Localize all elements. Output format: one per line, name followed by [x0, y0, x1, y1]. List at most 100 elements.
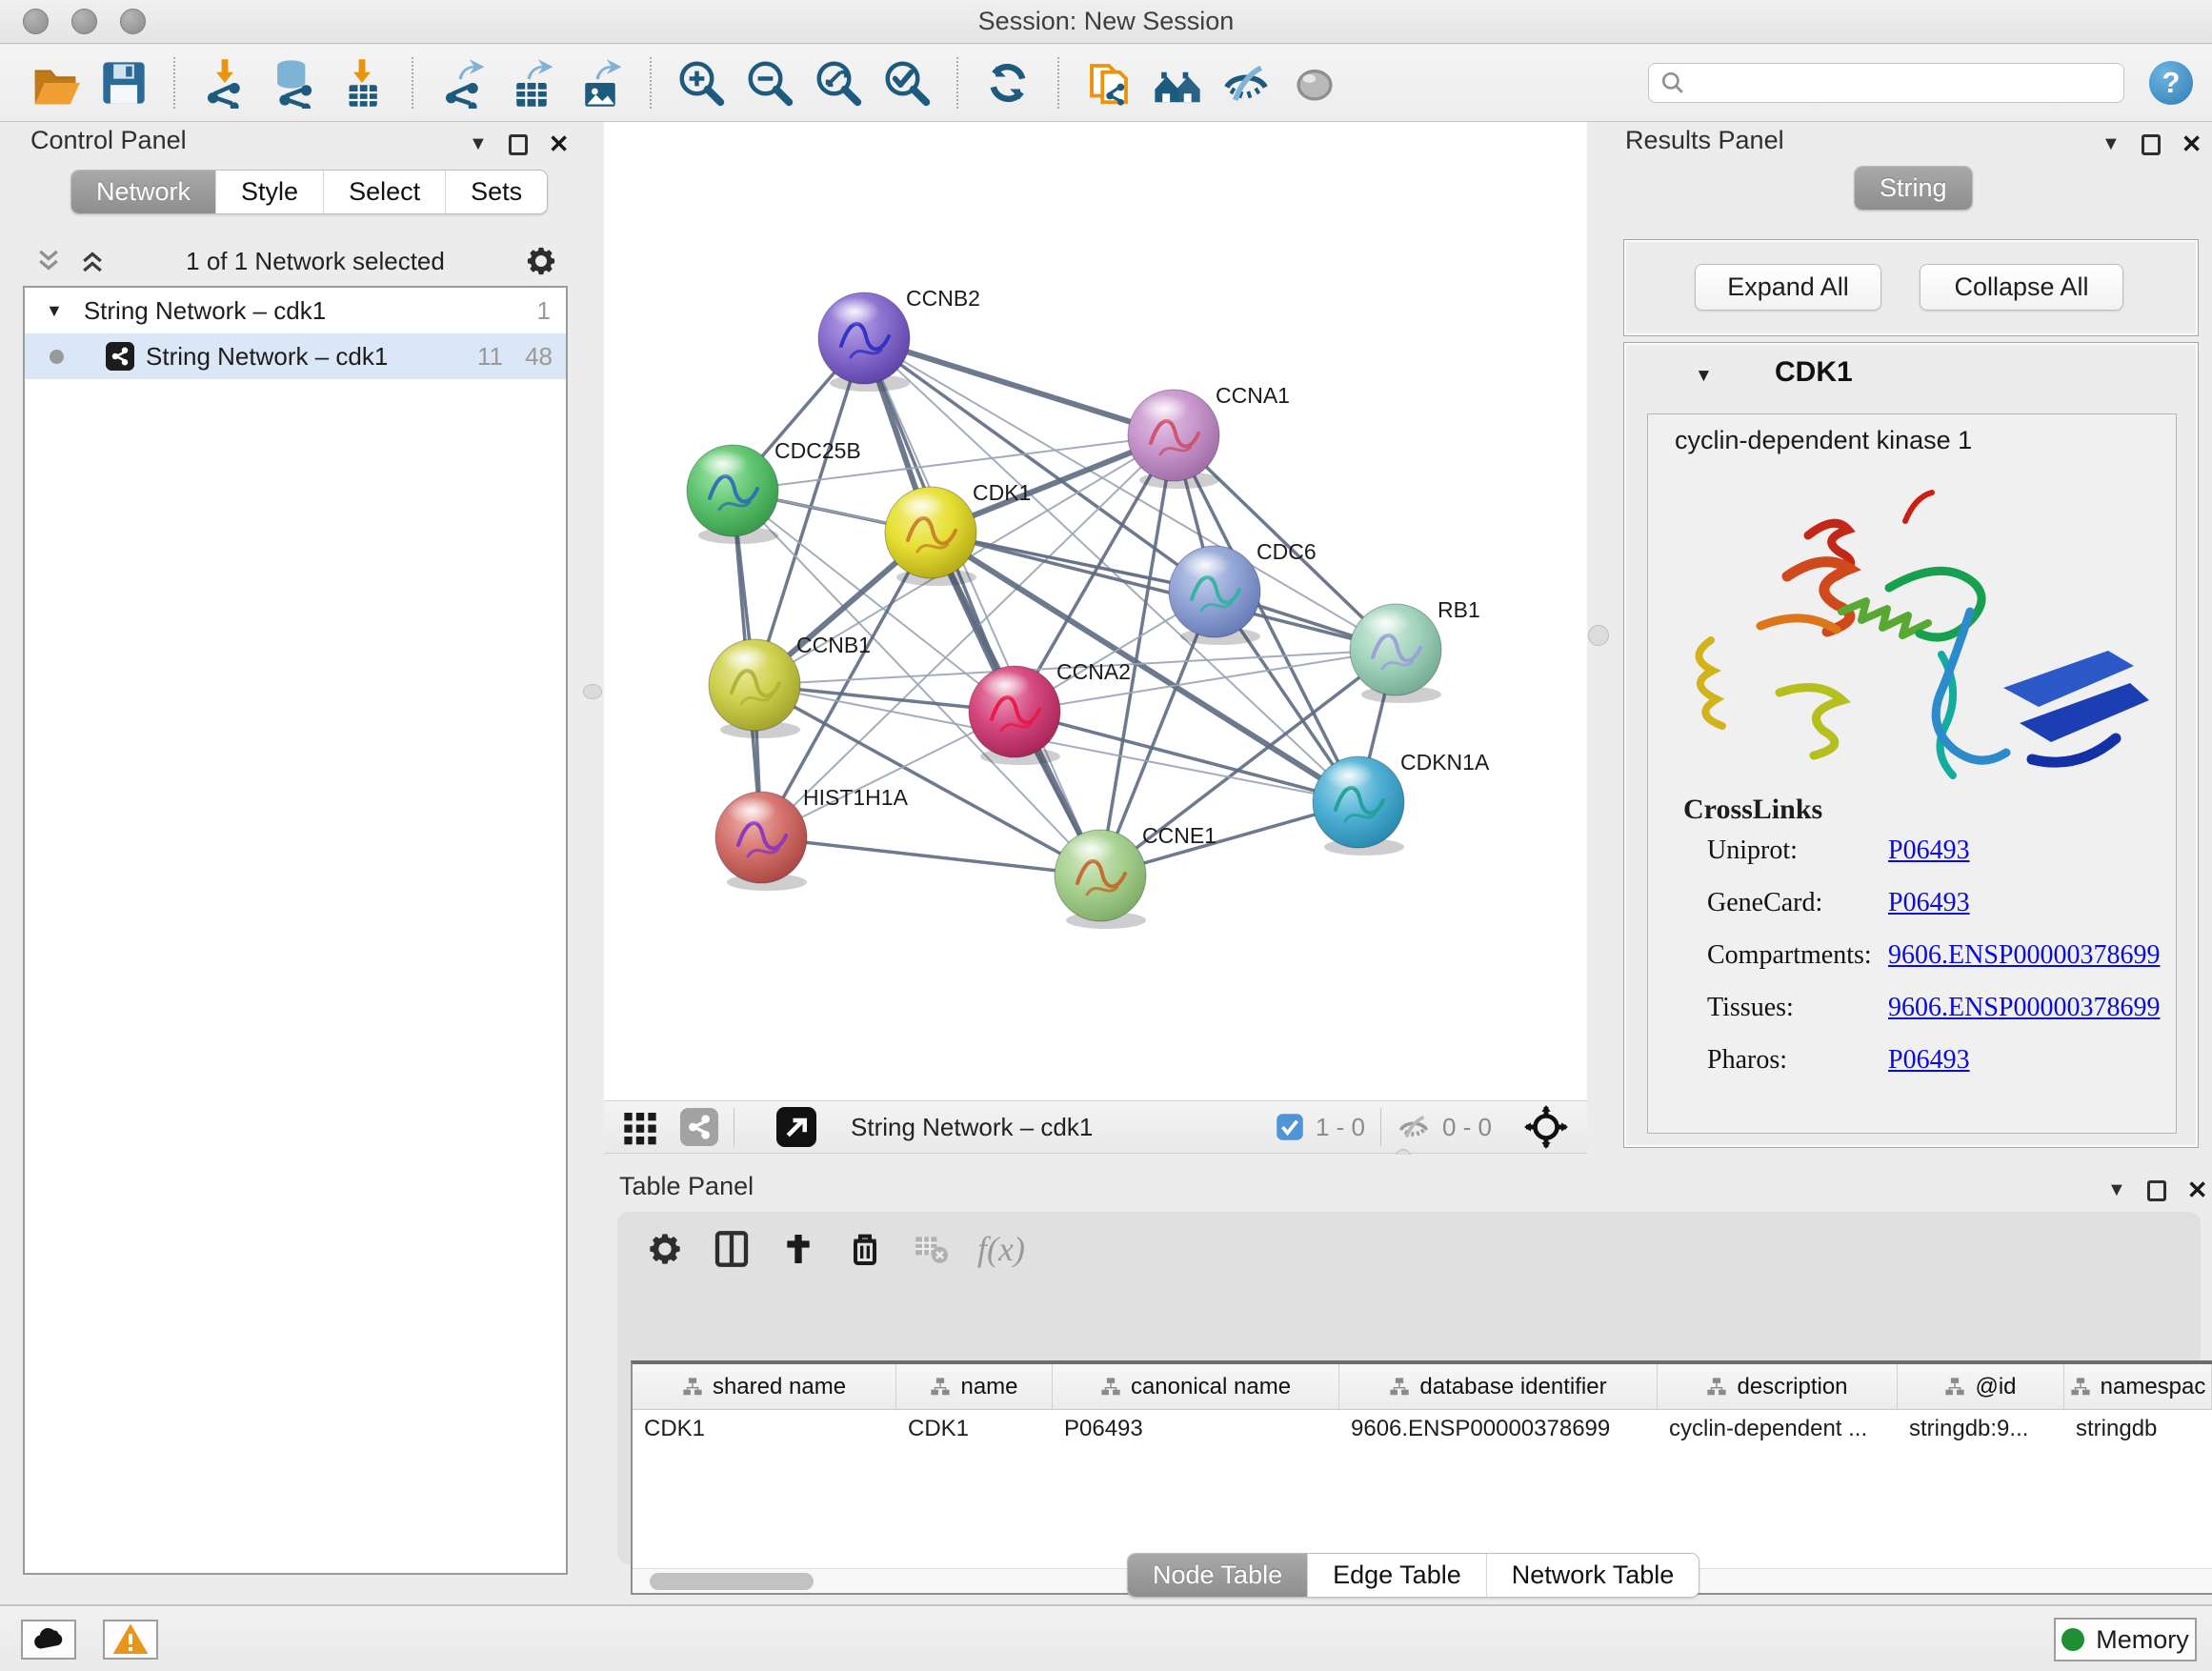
export-table-icon[interactable] [504, 55, 559, 111]
hidden-node-edge-counts: 0 - 0 [1442, 1113, 1492, 1142]
panel-menu-icon[interactable]: ▼ [2101, 133, 2121, 155]
tab-node-table[interactable]: Node Table [1128, 1554, 1307, 1597]
network-edge[interactable] [761, 837, 1100, 876]
tab-network[interactable]: Network [71, 171, 215, 213]
import-database-icon[interactable] [266, 55, 321, 111]
column-header-name[interactable]: name [896, 1364, 1053, 1409]
export-image-icon[interactable] [573, 55, 628, 111]
toolbar-separator [956, 57, 958, 109]
hide-selected-icon[interactable] [1218, 55, 1274, 111]
collapse-entry-icon[interactable]: ▼ [1695, 366, 1713, 387]
node-label-CDK1: CDK1 [973, 480, 1031, 505]
network-edge[interactable] [864, 338, 1174, 435]
open-folder-icon[interactable] [28, 55, 83, 111]
network-name: String Network – cdk1 [146, 342, 388, 372]
save-icon[interactable] [96, 55, 151, 111]
search-input[interactable] [1695, 70, 2104, 96]
control-panel-title: Control Panel [30, 126, 187, 155]
close-panel-icon[interactable]: ✕ [2182, 130, 2202, 159]
show-columns-icon[interactable] [713, 1230, 751, 1268]
import-network-icon[interactable] [197, 55, 252, 111]
column-header-@id[interactable]: @id [1898, 1364, 2064, 1409]
collapse-all-button[interactable]: Collapse All [1920, 264, 2123, 311]
pan-crosshair-icon[interactable] [1524, 1105, 1568, 1149]
left-splitter-handle[interactable] [583, 684, 602, 699]
tab-edge-table[interactable]: Edge Table [1307, 1554, 1486, 1597]
help-icon[interactable]: ? [2149, 61, 2193, 105]
results-panel-title: Results Panel [1625, 126, 1784, 155]
panel-menu-icon[interactable]: ▼ [2107, 1179, 2126, 1201]
tab-network-table[interactable]: Network Table [1486, 1554, 1699, 1597]
first-neighbors-icon[interactable] [1150, 55, 1205, 111]
collapse-all-icon[interactable] [34, 247, 63, 275]
tab-select[interactable]: Select [323, 171, 445, 213]
network-graph[interactable]: CCNB2CCNA1CDC25BCDK1CDC6RB1CCNB1CCNA2CDK… [604, 122, 1587, 1100]
table-cell[interactable]: 9606.ENSP00000378699 [1339, 1410, 1658, 1452]
delete-column-icon[interactable] [846, 1230, 884, 1268]
expand-all-button[interactable]: Expand All [1695, 264, 1881, 311]
close-panel-icon[interactable]: ✕ [2187, 1176, 2208, 1205]
refresh-icon[interactable] [980, 55, 1036, 111]
tab-style[interactable]: Style [215, 171, 323, 213]
network-row-selected[interactable]: String Network – cdk1 11 48 [25, 333, 566, 379]
network-edge[interactable] [931, 533, 1396, 650]
column-header-canonical-name[interactable]: canonical name [1053, 1364, 1339, 1409]
clone-network-icon[interactable] [1081, 55, 1136, 111]
column-header-namespac[interactable]: namespac [2064, 1364, 2212, 1409]
gear-icon[interactable] [524, 244, 558, 278]
table-cell[interactable]: cyclin-dependent ... [1658, 1410, 1898, 1452]
column-header-description[interactable]: description [1658, 1364, 1898, 1409]
open-in-window-icon[interactable] [776, 1107, 816, 1147]
zoom-fit-icon[interactable] [811, 55, 866, 111]
crosslink-link[interactable]: P06493 [1888, 1045, 1970, 1076]
node-highlight [1180, 551, 1230, 579]
tab-string[interactable]: String [1855, 167, 1972, 210]
tab-sets[interactable]: Sets [445, 171, 547, 213]
add-column-icon[interactable] [779, 1230, 817, 1268]
search-box[interactable] [1648, 63, 2124, 103]
table-cell[interactable]: stringdb:9... [1898, 1410, 2064, 1452]
crosslink-row: Uniprot:P06493 [1707, 836, 1970, 866]
close-panel-icon[interactable]: ✕ [549, 130, 570, 159]
crosslink-link[interactable]: P06493 [1888, 888, 1970, 918]
toolbar-separator [1057, 57, 1059, 109]
table-cell[interactable]: CDK1 [896, 1410, 1053, 1452]
crosslinks-title: CrossLinks [1683, 794, 1822, 826]
table-cell[interactable]: stringdb [2064, 1410, 2212, 1452]
memory-button[interactable]: Memory [2054, 1618, 2197, 1661]
right-splitter-handle[interactable] [1588, 625, 1609, 646]
zoom-out-icon[interactable] [742, 55, 797, 111]
selected-checkbox-icon[interactable] [1276, 1113, 1304, 1141]
float-panel-icon[interactable] [2142, 134, 2161, 155]
table-gear-icon[interactable] [646, 1230, 684, 1268]
panel-menu-icon[interactable]: ▼ [469, 133, 488, 155]
scrollbar-thumb[interactable] [650, 1573, 814, 1590]
network-canvas[interactable]: CCNB2CCNA1CDC25BCDK1CDC6RB1CCNB1CCNA2CDK… [604, 122, 1587, 1100]
table-row[interactable]: CDK1CDK1P064939606.ENSP00000378699cyclin… [633, 1410, 2212, 1452]
node-highlight [1066, 835, 1116, 863]
export-network-icon[interactable] [435, 55, 491, 111]
crosslink-label: Uniprot: [1707, 836, 1888, 866]
cloud-status-button[interactable] [21, 1620, 76, 1660]
crosslink-link[interactable]: 9606.ENSP00000378699 [1888, 993, 2160, 1023]
expand-all-icon[interactable] [78, 247, 107, 275]
network-share-icon[interactable] [680, 1108, 718, 1146]
status-bar: Memory [0, 1604, 2212, 1671]
table-cell[interactable]: P06493 [1053, 1410, 1339, 1452]
float-panel-icon[interactable] [2147, 1180, 2166, 1201]
crosslink-link[interactable]: 9606.ENSP00000378699 [1888, 940, 2160, 971]
zoom-selected-icon[interactable] [879, 55, 935, 111]
import-table-icon[interactable] [334, 55, 390, 111]
memory-status-icon [2061, 1628, 2084, 1651]
show-all-icon[interactable] [1287, 55, 1342, 111]
column-header-database-identifier[interactable]: database identifier [1339, 1364, 1658, 1409]
network-collection-row[interactable]: ▼ String Network – cdk1 1 [25, 288, 566, 333]
crosslink-link[interactable]: P06493 [1888, 836, 1970, 866]
table-cell[interactable]: CDK1 [633, 1410, 896, 1452]
expand-collection-icon[interactable]: ▼ [46, 301, 63, 321]
float-panel-icon[interactable] [509, 134, 528, 155]
birds-eye-view-icon[interactable] [621, 1108, 659, 1146]
zoom-in-icon[interactable] [674, 55, 729, 111]
warnings-button[interactable] [103, 1620, 158, 1660]
column-header-shared-name[interactable]: shared name [633, 1364, 896, 1409]
